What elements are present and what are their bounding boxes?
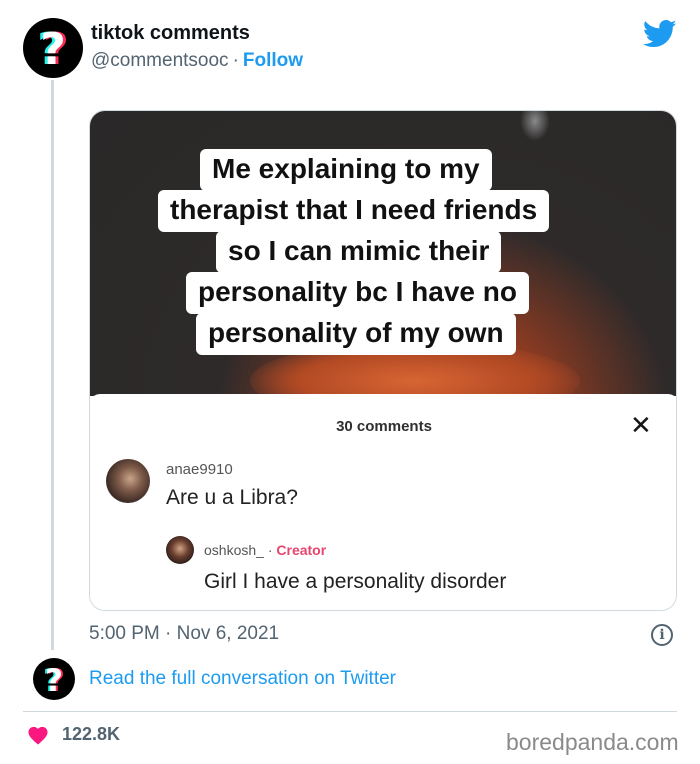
reply-username: oshkosh_ <box>204 542 264 558</box>
info-icon[interactable]: i <box>651 624 673 646</box>
comments-panel: 30 comments ✕ anae9910 Are u a Libra? os… <box>90 394 676 610</box>
conversation-avatar[interactable]: ? ? ? <box>33 658 75 700</box>
reply-user-row: oshkosh_ · Creator <box>204 542 326 558</box>
author-avatar[interactable]: ? ? ? <box>23 18 83 78</box>
comments-count: 30 comments <box>336 418 432 435</box>
svg-text:?: ? <box>45 663 63 699</box>
watermark: boredpanda.com <box>506 729 679 755</box>
tweet-timestamp[interactable]: 5:00 PM · Nov 6, 2021 <box>89 623 279 645</box>
reply-text: Girl I have a personality disorder <box>204 570 507 593</box>
separator-dot: · <box>232 50 239 71</box>
caption-line-3: so I can mimic their <box>216 231 502 273</box>
likes-count[interactable]: 122.8K <box>62 724 120 745</box>
thread-line <box>51 80 54 650</box>
ceiling-light <box>520 111 550 141</box>
follow-button[interactable]: Follow <box>243 50 303 71</box>
separator-dot: · <box>267 542 273 558</box>
author-display-name[interactable]: tiktok comments <box>91 22 250 45</box>
video-frame: Me explaining to my therapist that I nee… <box>90 111 676 421</box>
question-mark-logo-icon: ? ? ? <box>37 24 69 75</box>
caption-line-1: Me explaining to my <box>200 149 492 191</box>
question-mark-logo-icon: ? ? ? <box>43 663 65 699</box>
caption-line-2: therapist that I need friends <box>158 190 550 232</box>
heart-icon[interactable] <box>27 725 49 745</box>
close-icon[interactable]: ✕ <box>630 410 652 441</box>
embedded-tweet: ? ? ? tiktok comments @commentsooc · Follo… <box>0 0 700 764</box>
media-card[interactable]: Me explaining to my therapist that I nee… <box>89 110 677 611</box>
comment-text: Are u a Libra? <box>166 486 298 509</box>
divider <box>23 711 677 712</box>
author-handle[interactable]: @commentsooc <box>91 50 229 71</box>
author-handle-row: @commentsooc · Follow <box>91 50 303 72</box>
read-conversation-link[interactable]: Read the full conversation on Twitter <box>89 668 396 690</box>
creator-badge: Creator <box>276 542 327 558</box>
twitter-bird-icon[interactable] <box>643 19 677 49</box>
caption-line-4: personality bc I have no <box>186 272 529 314</box>
commenter-avatar <box>106 459 150 503</box>
commenter-username: anae9910 <box>166 461 233 478</box>
reply-avatar <box>166 536 194 564</box>
caption-line-5: personality of my own <box>196 313 516 355</box>
svg-text:?: ? <box>40 24 66 75</box>
